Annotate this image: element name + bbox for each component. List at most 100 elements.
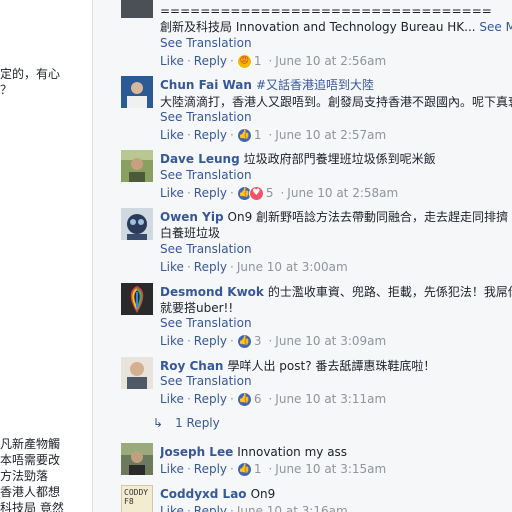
timestamp[interactable]: June 10 at 3:00am xyxy=(237,259,348,275)
like-reaction-icon: 👍 xyxy=(236,391,252,407)
reaction-count: 1 xyxy=(253,54,262,68)
comment-author[interactable]: Joseph Lee xyxy=(160,445,233,459)
left-text-line: 本唔需要改 xyxy=(0,453,61,467)
timestamp[interactable]: June 10 at 3:09am xyxy=(275,333,386,349)
comment-actions: Like · Reply · 👍 6 · June 10 at 3:11am xyxy=(160,391,387,407)
comment-body: 創新及科技局 Innovation and Technology Bureau … xyxy=(160,20,476,34)
like-button[interactable]: Like xyxy=(160,333,184,349)
avatar[interactable]: CODDY F8 xyxy=(121,485,153,512)
see-translation-link[interactable]: See Translation xyxy=(160,373,252,389)
comment-body: 垃圾政府部門養埋班垃圾係到呢米飯 xyxy=(243,152,436,166)
like-button[interactable]: Like xyxy=(160,259,184,275)
comment-author[interactable]: Roy Chan xyxy=(160,359,223,373)
left-text-line: 定的，有心 xyxy=(0,67,61,81)
reply-button[interactable]: Reply xyxy=(194,503,227,512)
person-icon xyxy=(121,443,153,475)
timestamp[interactable]: June 10 at 3:11am xyxy=(275,391,386,407)
reactions[interactable]: 👍 1 xyxy=(236,461,262,477)
see-translation-link[interactable]: See Translation xyxy=(160,35,252,51)
avatar[interactable] xyxy=(121,208,153,240)
heart-reaction-icon: ♥ xyxy=(248,185,264,201)
comment-actions: Like · Reply · 👍 1 · June 10 at 2:57am xyxy=(160,127,387,143)
see-more-link[interactable]: See More xyxy=(479,20,512,34)
comment-body-continued: 白養班垃圾 xyxy=(160,226,221,240)
left-text-line: 凡新產物觸 xyxy=(0,437,61,451)
reply-button[interactable]: Reply xyxy=(194,259,227,275)
like-reaction-icon: 👍 xyxy=(236,127,252,143)
reaction-count: 1 xyxy=(253,462,262,476)
reaction-count: 6 xyxy=(253,392,262,406)
like-button[interactable]: Like xyxy=(160,185,184,201)
reply-button[interactable]: Reply xyxy=(194,53,227,69)
timestamp[interactable]: June 10 at 2:57am xyxy=(275,127,386,143)
reactions[interactable]: 👍 6 xyxy=(236,391,262,407)
reply-button[interactable]: Reply xyxy=(194,391,227,407)
reaction-count: 3 xyxy=(253,334,262,348)
like-button[interactable]: Like xyxy=(160,127,184,143)
like-button[interactable]: Like xyxy=(160,53,184,69)
comment-header: Chun Fai Wan #又話香港追唔到大陸 xyxy=(160,76,512,94)
reply-arrow-icon: ↳ xyxy=(153,416,164,430)
avatar[interactable] xyxy=(121,0,153,18)
reactions[interactable]: 👍 1 xyxy=(236,127,262,143)
left-text-line: 科技局 竟然 xyxy=(0,501,64,512)
reaction-count: 5 xyxy=(265,186,274,200)
reply-button[interactable]: Reply xyxy=(194,185,227,201)
reply-button[interactable]: Reply xyxy=(194,461,227,477)
see-translation-link[interactable]: See Translation xyxy=(160,109,252,125)
left-text-line: 香港人都想 xyxy=(0,485,61,499)
avatar[interactable] xyxy=(121,357,153,389)
reply-button[interactable]: Reply xyxy=(194,333,227,349)
timestamp[interactable]: June 10 at 3:15am xyxy=(275,461,386,477)
comment-header: Coddyxd Lao On9 xyxy=(160,485,512,503)
view-replies-link[interactable]: ↳ 1 Reply xyxy=(153,415,220,431)
avatar[interactable] xyxy=(121,76,153,108)
comment-author[interactable]: Chun Fai Wan xyxy=(160,78,252,92)
comment-author[interactable]: Desmond Kwok xyxy=(160,285,264,299)
comments-feed[interactable]: ================================= 創新及科技局… xyxy=(93,0,512,512)
reactions[interactable]: 👍 ♥ 5 xyxy=(236,185,274,201)
timestamp[interactable]: June 10 at 2:56am xyxy=(275,53,386,69)
person-icon xyxy=(121,150,153,182)
comment-header: Joseph Lee Innovation my ass xyxy=(160,443,512,461)
comment-body: Innovation my ass xyxy=(237,445,348,459)
like-reaction-icon: 👍 xyxy=(236,333,252,349)
hashtag-link[interactable]: #又話香港追唔到大陸 xyxy=(256,78,374,92)
comment-actions: Like · Reply · 👍 1 · June 10 at 3:15am xyxy=(160,461,387,477)
comment-body: 學咩人出 post? 番去舐譚惠珠鞋底啦！ xyxy=(227,359,436,373)
person-icon xyxy=(121,357,153,389)
like-reaction-icon: 👍 xyxy=(236,461,252,477)
reactions[interactable]: 👍 3 xyxy=(236,333,262,349)
like-button[interactable]: Like xyxy=(160,461,184,477)
comment-author[interactable]: Dave Leung xyxy=(160,152,240,166)
comment-actions: Like · Reply · June 10 at 3:16am xyxy=(160,503,348,512)
comment-body: On9 xyxy=(250,487,276,501)
avatar-text: CODDY F8 xyxy=(124,488,149,506)
comment-actions: Like · Reply · June 10 at 3:00am xyxy=(160,259,348,275)
comment-author[interactable]: Coddyxd Lao xyxy=(160,487,247,501)
angry-reaction-icon: 😡 xyxy=(236,53,252,69)
avatar[interactable] xyxy=(121,443,153,475)
rainbow-ribbon-icon xyxy=(121,283,153,315)
left-text-line: 方法勁落 xyxy=(0,469,49,483)
left-text-line: ？ xyxy=(0,83,13,97)
reply-button[interactable]: Reply xyxy=(194,127,227,143)
comment-text: 創新及科技局 Innovation and Technology Bureau … xyxy=(160,18,512,36)
comment-author[interactable]: Owen Yip xyxy=(160,210,224,224)
left-post-panel: 定的，有心 ？ 凡新產物觸 本唔需要改 方法勁落 香港人都想 科技局 竟然 xyxy=(0,0,92,512)
timestamp[interactable]: June 10 at 3:16am xyxy=(237,503,348,512)
person-icon xyxy=(121,208,153,240)
see-translation-link[interactable]: See Translation xyxy=(160,315,252,331)
like-button[interactable]: Like xyxy=(160,391,184,407)
like-button[interactable]: Like xyxy=(160,503,184,512)
reaction-count: 1 xyxy=(253,128,262,142)
comment-actions: Like · Reply · 😡 1 · June 10 at 2:56am xyxy=(160,53,387,69)
timestamp[interactable]: June 10 at 2:58am xyxy=(287,185,398,201)
comment-actions: Like · Reply · 👍 ♥ 5 · June 10 at 2:58am xyxy=(160,185,399,201)
comment-actions: Like · Reply · 👍 3 · June 10 at 3:09am xyxy=(160,333,387,349)
avatar[interactable] xyxy=(121,150,153,182)
see-translation-link[interactable]: See Translation xyxy=(160,167,252,183)
see-translation-link[interactable]: See Translation xyxy=(160,241,252,257)
reactions[interactable]: 😡 1 xyxy=(236,53,262,69)
avatar[interactable] xyxy=(121,283,153,315)
